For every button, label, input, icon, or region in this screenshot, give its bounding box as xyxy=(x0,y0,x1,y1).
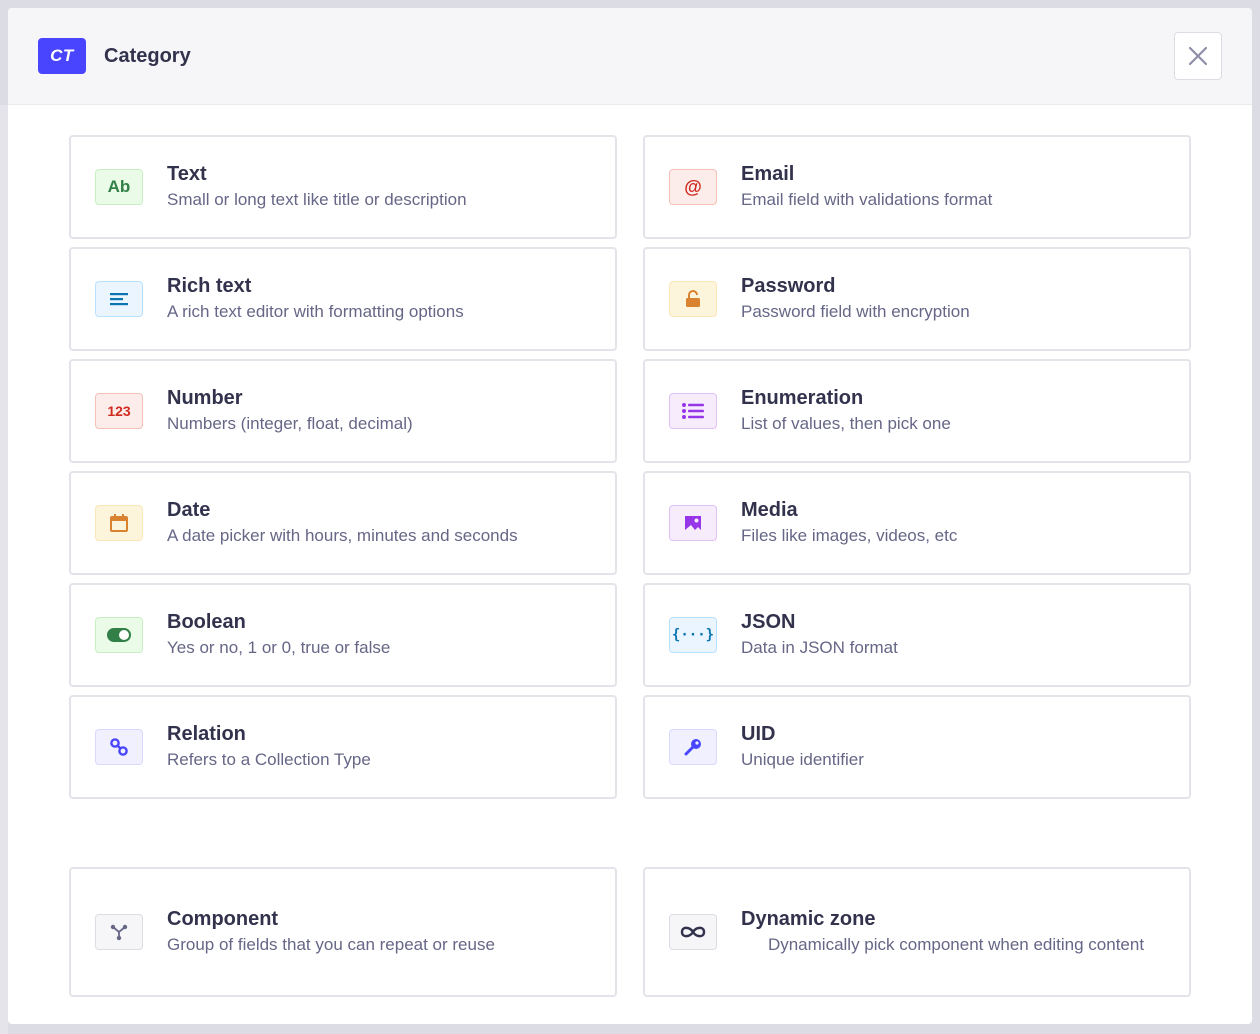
field-type-description: Dynamically pick component when editing … xyxy=(767,935,1145,954)
field-type-description: A date picker with hours, minutes and se… xyxy=(167,526,518,545)
field-type-title: JSON xyxy=(741,611,796,633)
field-type-title: Text xyxy=(167,163,207,185)
number-icon: 123 xyxy=(95,393,143,429)
list-icon xyxy=(669,393,717,429)
field-type-text: JSON Data in JSON format xyxy=(741,610,898,660)
json-icon: {···} xyxy=(669,617,717,653)
field-type-description: Small or long text like title or descrip… xyxy=(167,190,467,209)
field-type-text: Date A date picker with hours, minutes an… xyxy=(167,498,518,548)
field-type-description: A rich text editor with formatting optio… xyxy=(167,302,464,321)
field-type-title: Dynamic zone xyxy=(741,908,876,930)
field-type-text[interactable]: Ab Text Small or long text like title or d… xyxy=(69,135,617,239)
field-type-text: Relation Refers to a Collection Type xyxy=(167,722,371,772)
field-type-description: Yes or no, 1 or 0, true or false xyxy=(167,638,391,657)
field-type-date[interactable]: Date A date picker with hours, minutes an… xyxy=(69,471,617,575)
field-type-modal: CT Category Ab Text Small or long text lik… xyxy=(8,8,1252,1024)
media-icon xyxy=(669,505,717,541)
field-type-text: Rich text A rich text editor with formatt… xyxy=(167,274,464,324)
field-type-title: Date xyxy=(167,499,211,521)
field-type-description: Unique identifier xyxy=(741,750,864,769)
field-type-text: Dynamic zone Dynamically pick component w… xyxy=(741,907,1161,957)
field-type-description: Numbers (integer, float, decimal) xyxy=(167,414,413,433)
number-icon-glyph: 123 xyxy=(107,403,131,419)
field-type-enumeration[interactable]: Enumeration List of values, then pick one xyxy=(643,359,1191,463)
richtext-icon xyxy=(95,281,143,317)
field-type-title: Number xyxy=(167,387,243,409)
field-type-description: Group of fields that you can repeat or r… xyxy=(167,935,495,954)
json-icon-glyph: {···} xyxy=(671,627,715,643)
field-type-uid[interactable]: UID Unique identifier xyxy=(643,695,1191,799)
field-type-description: Refers to a Collection Type xyxy=(167,750,371,769)
field-type-title: Enumeration xyxy=(741,387,864,409)
field-type-title: UID xyxy=(741,723,776,745)
toggle-icon xyxy=(95,617,143,653)
field-type-text: Password Password field with encryption xyxy=(741,274,970,324)
infinity-icon xyxy=(669,914,717,950)
field-type-text: Number Numbers (integer, float, decimal) xyxy=(167,386,413,436)
close-icon xyxy=(1188,46,1208,66)
calendar-icon xyxy=(95,505,143,541)
modal-title: Category xyxy=(104,44,191,67)
backdrop xyxy=(0,105,8,1034)
field-type-text: Component Group of fields that you can re… xyxy=(167,907,495,957)
field-type-text: UID Unique identifier xyxy=(741,722,864,772)
field-type-description: Files like images, videos, etc xyxy=(741,526,958,545)
field-type-media[interactable]: Media Files like images, videos, etc xyxy=(643,471,1191,575)
field-type-title: Component xyxy=(167,908,279,930)
field-type-boolean[interactable]: Boolean Yes or no, 1 or 0, true or false xyxy=(69,583,617,687)
email-icon: @ xyxy=(669,169,717,205)
field-type-password[interactable]: Password Password field with encryption xyxy=(643,247,1191,351)
field-type-title: Password xyxy=(741,275,836,297)
key-icon xyxy=(669,729,717,765)
field-type-description: Password field with encryption xyxy=(741,302,970,321)
field-type-title: Media xyxy=(741,499,798,521)
field-type-text: Boolean Yes or no, 1 or 0, true or false xyxy=(167,610,390,660)
field-type-title: Relation xyxy=(167,723,246,745)
field-type-description: List of values, then pick one xyxy=(741,414,951,433)
field-type-text: Enumeration List of values, then pick one xyxy=(741,386,951,436)
email-icon-glyph: @ xyxy=(684,176,702,197)
field-type-text: Media Files like images, videos, etc xyxy=(741,498,957,548)
field-type-component[interactable]: Component Group of fields that you can re… xyxy=(69,867,617,997)
field-type-json[interactable]: {···} JSON Data in JSON format xyxy=(643,583,1191,687)
content-type-badge: CT xyxy=(38,38,86,74)
field-type-email[interactable]: @ Email Email field with validations forma… xyxy=(643,135,1191,239)
field-type-description: Data in JSON format xyxy=(741,638,898,657)
component-icon xyxy=(95,914,143,950)
link-icon xyxy=(95,729,143,765)
field-type-title: Boolean xyxy=(167,611,246,633)
modal-header: CT Category xyxy=(8,8,1252,105)
text-icon: Ab xyxy=(95,169,143,205)
field-type-text: Email Email field with validations format xyxy=(741,162,992,212)
field-type-relation[interactable]: Relation Refers to a Collection Type xyxy=(69,695,617,799)
field-type-dynamic-zone[interactable]: Dynamic zone Dynamically pick component w… xyxy=(643,867,1191,997)
field-type-title: Rich text xyxy=(167,275,252,297)
field-type-description: Email field with validations format xyxy=(741,190,993,209)
text-icon-glyph: Ab xyxy=(107,177,131,196)
lock-icon xyxy=(669,281,717,317)
close-button[interactable] xyxy=(1174,32,1222,80)
field-type-rich-text[interactable]: Rich text A rich text editor with formatt… xyxy=(69,247,617,351)
field-type-number[interactable]: 123 Number Numbers (integer, float, decima… xyxy=(69,359,617,463)
field-type-text: Text Small or long text like title or des… xyxy=(167,162,467,212)
field-type-title: Email xyxy=(741,163,795,185)
